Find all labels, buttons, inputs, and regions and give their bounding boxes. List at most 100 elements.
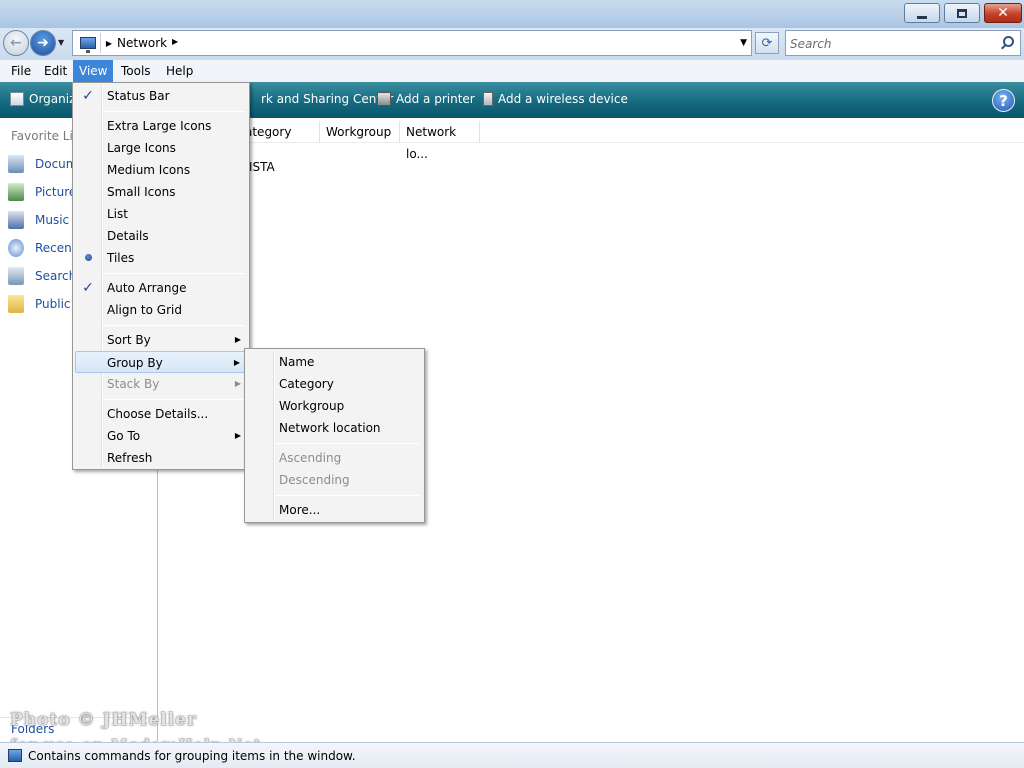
favorite-link-music[interactable]: Music [8, 209, 69, 231]
menu-item-label: Align to Grid [107, 303, 182, 317]
watermark-line-1: Photo © JHMeller [10, 710, 197, 730]
menu-item-label: Network location [279, 421, 381, 435]
wireless-device-icon [483, 92, 493, 106]
add-printer-button[interactable]: Add a printer [377, 92, 475, 106]
menu-help[interactable]: Help [160, 60, 199, 82]
menu-item-details[interactable]: Details [75, 225, 247, 247]
menu-tools[interactable]: Tools [115, 60, 157, 82]
search-icon[interactable] [1003, 36, 1014, 47]
checkmark-icon: ✓ [82, 280, 94, 296]
refresh-icon: ⟳ [761, 35, 773, 51]
status-bar: Contains commands for grouping items in … [0, 742, 1024, 768]
breadcrumb-network[interactable]: Network [117, 36, 167, 50]
favorite-link-searches[interactable]: Search [8, 265, 76, 287]
menu-item-status-bar[interactable]: ✓ Status Bar [75, 85, 247, 107]
add-printer-label: Add a printer [396, 92, 475, 106]
recent-pages-dropdown-icon[interactable]: ▼ [58, 38, 64, 47]
menu-separator [275, 495, 420, 496]
organize-label: Organiz [29, 92, 76, 106]
menu-item-label: Small Icons [107, 185, 176, 199]
menu-item-group-by[interactable]: Group By ▶ [75, 351, 247, 373]
menu-item-label: Go To [107, 429, 141, 443]
network-sharing-center-button[interactable]: rk and Sharing Center [261, 92, 393, 106]
menu-item-list[interactable]: List [75, 203, 247, 225]
menu-item-label: Extra Large Icons [107, 119, 212, 133]
back-arrow-icon: ← [10, 35, 22, 51]
close-button[interactable]: ✕ [984, 3, 1022, 23]
menu-item-group-category[interactable]: Category [247, 373, 422, 395]
menu-item-label: Sort By [107, 333, 151, 347]
menu-item-label: Medium Icons [107, 163, 191, 177]
menu-item-large-icons[interactable]: Large Icons [75, 137, 247, 159]
refresh-button[interactable]: ⟳ [755, 32, 779, 54]
menu-item-align-to-grid[interactable]: Align to Grid [75, 299, 247, 321]
recent-icon [8, 239, 24, 257]
help-button[interactable]: ? [992, 89, 1015, 112]
menu-edit[interactable]: Edit [38, 60, 73, 82]
forward-arrow-icon: ➜ [37, 35, 49, 51]
search-folder-icon [8, 267, 24, 285]
restore-icon [957, 8, 967, 18]
menu-item-label: Auto Arrange [107, 281, 187, 295]
menu-item-stack-by[interactable]: Stack By ▶ [75, 373, 247, 395]
minimize-button[interactable] [904, 3, 940, 23]
menu-item-group-workgroup[interactable]: Workgroup [247, 395, 422, 417]
column-header-workgroup[interactable]: Workgroup [320, 121, 400, 143]
menu-item-auto-arrange[interactable]: ✓ Auto Arrange [75, 277, 247, 299]
menu-item-medium-icons[interactable]: Medium Icons [75, 159, 247, 181]
column-header-row: ategory Workgroup Network lo... [159, 121, 1024, 161]
menu-item-small-icons[interactable]: Small Icons [75, 181, 247, 203]
menu-item-go-to[interactable]: Go To ▶ [75, 425, 247, 447]
menu-item-label: Category [279, 377, 334, 391]
favorite-link-documents[interactable]: Docum [8, 153, 77, 175]
menu-item-more[interactable]: More... [247, 499, 422, 521]
menu-item-label: Choose Details... [107, 407, 209, 421]
menu-item-label: Name [279, 355, 315, 369]
menu-separator [103, 399, 245, 400]
organize-button[interactable]: Organiz [10, 92, 75, 106]
menu-file[interactable]: File [5, 60, 37, 82]
address-dropdown-icon[interactable]: ▼ [740, 38, 747, 48]
search-box[interactable] [785, 30, 1021, 56]
favorite-links-title: Favorite Lin [11, 129, 81, 143]
documents-icon [8, 155, 24, 173]
menu-view[interactable]: View [73, 60, 114, 82]
minimize-icon [917, 15, 927, 19]
network-status-icon [8, 749, 22, 762]
forward-button[interactable]: ➜ [30, 30, 56, 56]
menu-item-group-network-location[interactable]: Network location [247, 417, 422, 439]
add-wireless-device-button[interactable]: Add a wireless device [483, 92, 628, 106]
add-wireless-device-label: Add a wireless device [498, 92, 628, 106]
menu-item-label: Ascending [279, 451, 342, 465]
menu-item-label: Refresh [107, 451, 153, 465]
menu-item-extra-large-icons[interactable]: Extra Large Icons [75, 115, 247, 137]
network-location-icon [75, 33, 101, 53]
menu-item-refresh[interactable]: Refresh [75, 447, 247, 469]
menu-separator [103, 325, 245, 326]
menu-separator [275, 443, 420, 444]
submenu-arrow-icon: ▶ [234, 335, 241, 344]
column-header-category[interactable]: ategory [239, 121, 320, 143]
menu-item-label: More... [279, 503, 321, 517]
menu-item-sort-by[interactable]: Sort By ▶ [75, 329, 247, 351]
favorite-link-pictures[interactable]: Picture [8, 181, 76, 203]
network-item-label[interactable]: ISTA [249, 160, 275, 174]
back-button[interactable]: ← [3, 30, 29, 56]
menu-item-descending[interactable]: Descending [247, 469, 422, 491]
menu-item-group-name[interactable]: Name [247, 351, 422, 373]
menu-item-choose-details[interactable]: Choose Details... [75, 403, 247, 425]
checkmark-icon: ✓ [82, 88, 94, 104]
favorite-link-label: Picture [35, 185, 77, 199]
column-header-network-location[interactable]: Network lo... [400, 121, 480, 161]
submenu-arrow-icon: ▶ [234, 379, 241, 388]
menu-item-ascending[interactable]: Ascending [247, 447, 422, 469]
menu-item-tiles[interactable]: Tiles [75, 247, 247, 269]
search-input[interactable] [790, 35, 990, 52]
submenu-arrow-icon: ▶ [233, 358, 240, 367]
favorite-link-public[interactable]: Public [8, 293, 71, 315]
address-bar[interactable]: ▶ Network ▶ ▼ [72, 30, 752, 56]
favorite-link-recent[interactable]: Recent [8, 237, 76, 259]
breadcrumb-chevron-icon[interactable]: ▶ [172, 37, 178, 46]
breadcrumb-chevron-icon[interactable]: ▶ [104, 34, 114, 52]
restore-button[interactable] [944, 3, 980, 23]
